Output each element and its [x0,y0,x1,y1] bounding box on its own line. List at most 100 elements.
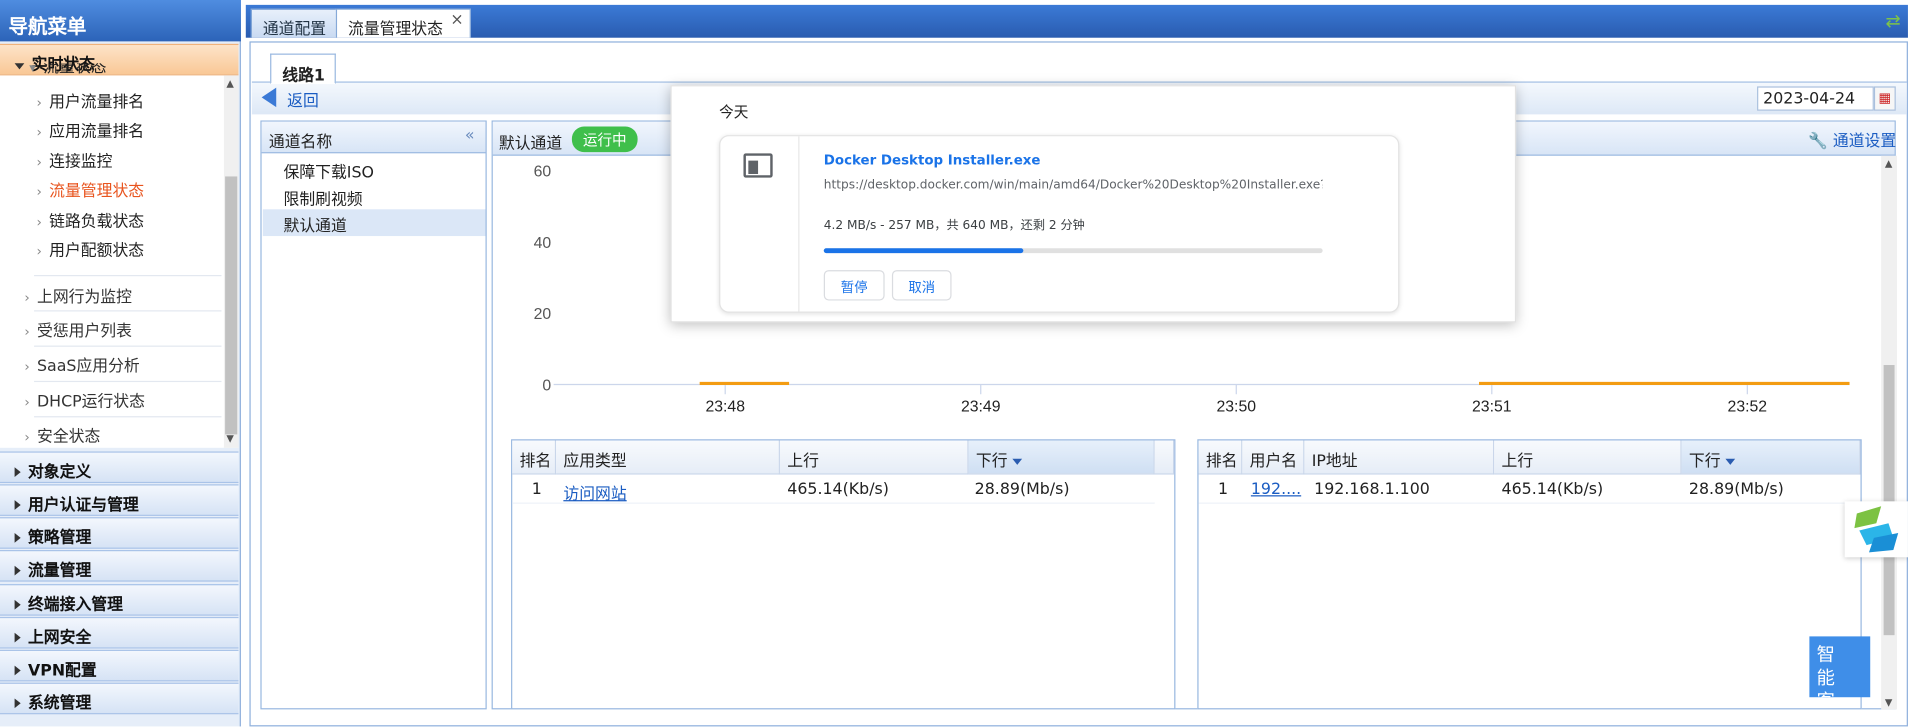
nav-group-user-auth[interactable]: 用户认证与管理 [0,484,239,516]
channel-panel-header: 通道名称 [261,121,486,154]
x-tick-label: 23:48 [705,398,745,415]
chevron-right-icon: › [36,183,42,200]
nav-item-user-traffic-rank[interactable]: › 用户流量排名 [37,89,145,112]
nav-item-traffic-status[interactable]: ▾ 流量状态 [29,63,106,75]
username-link[interactable]: 192.... [1251,476,1301,499]
nav-group-system[interactable]: 系统管理 [0,682,239,715]
download-filename[interactable]: Docker Desktop Installer.exe [824,152,1041,168]
col-header-upload[interactable]: 上行 [779,440,969,475]
y-tick-label: 20 [534,306,552,323]
collapsed-arrow-icon [14,632,21,643]
nav-item-link-load-status[interactable]: › 链路负载状态 [37,208,145,231]
divider [34,345,222,347]
nav-group-policy[interactable]: 策略管理 [0,517,239,549]
tab-channel-config[interactable]: 通道配置 [250,8,339,39]
smart-assistant-button[interactable]: 智能客 [1809,636,1871,698]
wrench-icon: 🔧 [1808,132,1828,151]
channel-item-video-limit[interactable]: 限制刷视频 [263,183,486,209]
nav-group-vpn[interactable]: VPN配置 [0,649,239,682]
y-tick-label: 0 [542,378,551,395]
line-tab-bar [251,49,1907,83]
nav-group-traffic[interactable]: 流量管理 [0,549,239,582]
collapsed-arrow-icon [14,599,21,610]
nav-item-traffic-mgmt-status[interactable]: › 流量管理状态 [37,178,145,201]
channel-item-iso[interactable]: 保障下载ISO [263,156,486,182]
back-arrow-icon[interactable] [261,87,277,108]
app-logo-icon [1854,506,1899,553]
download-url: https://desktop.docker.com/win/main/amd6… [823,178,1323,193]
col-header-rank[interactable]: 排名 [1198,440,1243,475]
nav-item-connection-monitor[interactable]: › 连接监控 [37,148,113,171]
y-tick-label: 60 [534,163,552,180]
chevron-right-icon: › [36,214,42,230]
col-header-ip[interactable]: IP地址 [1304,440,1495,475]
chevron-right-icon: › [36,124,42,140]
col-header-rank[interactable]: 排名 [512,440,557,475]
tab-traffic-mgmt-status[interactable]: 流量管理状态 × [335,8,471,39]
col-header-spacer [1154,440,1175,475]
nav-item-security-status[interactable]: › 安全状态 [24,423,100,446]
cell-rank: 1 [531,480,542,499]
nav-item-behavior-monitor[interactable]: › 上网行为监控 [24,284,132,306]
collapsed-arrow-icon [14,532,21,543]
chevron-right-icon: › [24,394,30,411]
collapsed-arrow-icon [14,565,21,576]
nav-group-web-security[interactable]: 上网安全 [0,616,239,649]
nav-title: 导航菜单 [0,0,241,42]
x-tick-label: 23:52 [1728,398,1768,415]
scroll-down-icon[interactable]: ▼ [226,433,233,444]
nav-group-object-def[interactable]: 对象定义 [0,451,239,484]
chevron-right-icon: › [36,94,42,111]
collapse-panel-icon[interactable]: « [465,127,475,145]
calendar-icon[interactable]: ▦ [1873,86,1896,111]
collapsed-arrow-icon [14,665,21,676]
cancel-button[interactable]: 取消 [891,270,952,301]
x-tick-label: 23:50 [1217,398,1257,415]
chevron-right-icon: › [24,429,30,446]
downloads-section-title: 今天 [719,103,749,121]
installer-file-icon [748,160,759,175]
divider [34,274,222,277]
scroll-up-icon[interactable]: ▲ [1885,158,1892,169]
sort-desc-icon [1012,458,1023,465]
chevron-right-icon: › [36,243,42,260]
chevron-right-icon: › [24,289,30,306]
nav-item-dhcp-status[interactable]: › DHCP运行状态 [24,388,145,411]
col-header-username[interactable]: 用户名 [1242,440,1305,475]
nav-scrollbar-thumb[interactable] [225,176,238,435]
col-header-app-type[interactable]: 应用类型 [556,440,780,475]
download-status: 4.2 MB/s - 257 MB，共 640 MB，还剩 2 分钟 [823,219,1085,233]
close-tab-icon[interactable]: × [450,11,463,29]
nav-item-user-quota-status[interactable]: › 用户配额状态 [37,237,145,260]
scroll-down-icon[interactable]: ▼ [1885,697,1892,708]
tab-line-1[interactable]: 线路1 [270,53,336,85]
date-field[interactable]: 2023-04-24 [1757,86,1874,111]
divider [34,416,222,418]
col-header-download[interactable]: 下行 [1681,440,1861,475]
nav-item-punished-users[interactable]: › 受惩用户列表 [24,318,132,340]
divider [34,310,222,312]
col-header-upload[interactable]: 上行 [1494,440,1682,475]
refresh-icon[interactable]: ⇄ [1885,10,1900,32]
chevron-right-icon: › [24,323,30,340]
nav-group-terminal-access[interactable]: 终端接入管理 [0,584,239,616]
nav-item-saas-analysis[interactable]: › SaaS应用分析 [24,353,139,376]
x-tick-label: 23:51 [1472,398,1512,415]
cell-upload: 465.14(Kb/s) [1501,480,1604,499]
chevron-right-icon: › [24,358,30,375]
nav-item-app-traffic-rank[interactable]: › 应用流量排名 [37,118,145,141]
y-tick-label: 40 [534,235,552,252]
content-scrollbar-thumb[interactable] [1883,365,1895,636]
back-button[interactable]: 返回 [287,88,319,110]
chevron-right-icon: › [36,154,42,171]
col-header-download[interactable]: 下行 [968,440,1155,475]
floating-app-icon[interactable] [1844,501,1908,558]
channel-item-default[interactable]: 默认通道 [262,209,486,237]
scroll-up-icon[interactable]: ▲ [226,78,233,89]
tab-bar: 通道配置 流量管理状态 × ⇄ [245,4,1908,39]
collapsed-arrow-icon [14,467,21,477]
channel-settings-button[interactable]: 🔧 通道设置 [1808,128,1896,151]
cell-download: 28.89(Mb/s) [974,480,1070,499]
pause-button[interactable]: 暂停 [823,270,885,301]
app-name-link[interactable]: 访问网站 [563,476,626,504]
